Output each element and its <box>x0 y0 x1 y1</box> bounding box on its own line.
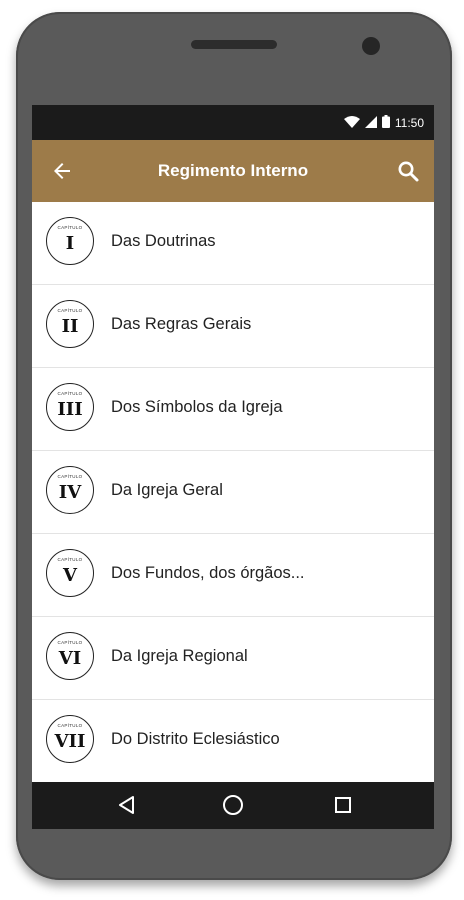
list-item[interactable]: CAPÍTULO IV Da Igreja Geral <box>32 451 434 534</box>
phone-frame: 11:50 Regimento Interno CAPÍTULO I Das D… <box>16 12 452 880</box>
chapter-title: Das Regras Gerais <box>111 315 252 333</box>
search-icon[interactable] <box>396 159 420 183</box>
chapter-title: Das Doutrinas <box>111 232 216 250</box>
chapter-badge: CAPÍTULO V <box>46 549 94 597</box>
page-title: Regimento Interno <box>157 161 309 180</box>
status-bar: 11:50 <box>32 105 434 140</box>
chapter-badge-caption: CAPÍTULO <box>57 640 83 645</box>
nav-recents-icon[interactable] <box>330 792 356 818</box>
chapter-numeral: IV <box>58 482 82 503</box>
nav-back-icon[interactable] <box>114 792 140 818</box>
chapter-badge: CAPÍTULO III <box>46 383 94 431</box>
phone-camera <box>362 37 380 55</box>
battery-icon <box>381 115 390 131</box>
signal-icon <box>364 115 377 131</box>
chapter-badge-caption: CAPÍTULO <box>57 308 83 313</box>
chapter-badge-caption: CAPÍTULO <box>57 557 83 562</box>
wifi-icon <box>343 115 360 131</box>
list-item[interactable]: CAPÍTULO VI Da Igreja Regional <box>32 617 434 700</box>
chapter-badge-caption: CAPÍTULO <box>57 723 83 728</box>
status-time: 11:50 <box>394 116 424 130</box>
chapter-numeral: V <box>63 565 77 586</box>
chapter-title: Da Igreja Regional <box>111 647 248 665</box>
chapter-badge: CAPÍTULO II <box>46 300 94 348</box>
list-item[interactable]: CAPÍTULO II Das Regras Gerais <box>32 285 434 368</box>
system-nav-bar <box>32 782 434 829</box>
chapter-badge: CAPÍTULO I <box>46 217 94 265</box>
phone-speaker <box>191 40 277 49</box>
list-item[interactable]: CAPÍTULO V Dos Fundos, dos órgãos... <box>32 534 434 617</box>
chapter-title: Da Igreja Geral <box>111 481 223 499</box>
chapter-badge: CAPÍTULO VII <box>46 715 94 763</box>
list-item[interactable]: CAPÍTULO I Das Doutrinas <box>32 202 434 285</box>
chapter-badge-caption: CAPÍTULO <box>57 391 83 396</box>
chapter-numeral: VI <box>58 648 82 669</box>
screen: 11:50 Regimento Interno CAPÍTULO I Das D… <box>32 105 434 817</box>
chapter-list: CAPÍTULO I Das Doutrinas CAPÍTULO II Das… <box>32 202 434 783</box>
chapter-badge: CAPÍTULO VI <box>46 632 94 680</box>
chapter-badge-caption: CAPÍTULO <box>57 225 83 230</box>
list-item[interactable]: CAPÍTULO III Dos Símbolos da Igreja <box>32 368 434 451</box>
list-item[interactable]: CAPÍTULO VII Do Distrito Eclesiástico <box>32 700 434 783</box>
chapter-badge: CAPÍTULO IV <box>46 466 94 514</box>
chapter-title: Dos Símbolos da Igreja <box>111 398 283 416</box>
chapter-badge-caption: CAPÍTULO <box>57 474 83 479</box>
chapter-numeral: II <box>61 316 79 337</box>
chapter-numeral: III <box>57 399 83 420</box>
chapter-numeral: I <box>65 233 75 254</box>
chapter-numeral: VII <box>54 731 86 752</box>
app-bar: Regimento Interno <box>32 140 434 202</box>
chapter-title: Dos Fundos, dos órgãos... <box>111 564 305 582</box>
chapter-title: Do Distrito Eclesiástico <box>111 730 280 748</box>
nav-home-icon[interactable] <box>220 792 246 818</box>
